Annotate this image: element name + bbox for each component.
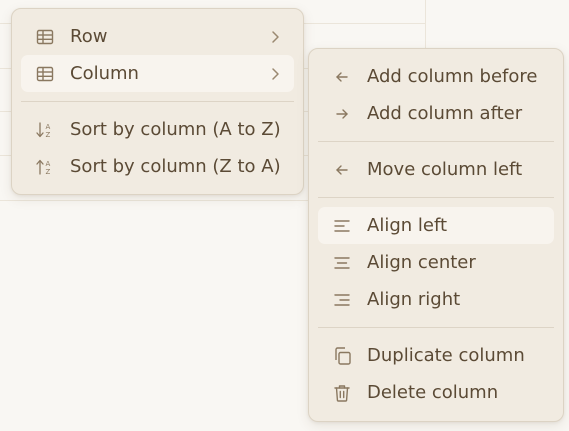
chevron-right-icon: [268, 30, 282, 44]
align-right-item[interactable]: Align right: [318, 281, 554, 318]
chevron-right-icon: [268, 67, 282, 81]
menu-item-label: Delete column: [367, 382, 499, 403]
column-submenu: Add column before Add column after Move …: [308, 48, 564, 422]
menu-item-label: Align right: [367, 289, 461, 310]
menu-item-label: Add column after: [367, 103, 523, 124]
table-icon: [35, 64, 55, 84]
menu-item-label: Add column before: [367, 66, 538, 87]
align-center-icon: [332, 253, 352, 273]
menu-item-label: Row: [70, 26, 108, 47]
menu-item-label: Align center: [367, 252, 476, 273]
align-center-item[interactable]: Align center: [318, 244, 554, 281]
menu-item-label: Column: [70, 63, 139, 84]
duplicate-column-item[interactable]: Duplicate column: [318, 337, 554, 374]
sort-descending-icon: A Z: [35, 157, 55, 177]
menu-item-column[interactable]: Column: [21, 55, 294, 92]
delete-column-item[interactable]: Delete column: [318, 374, 554, 411]
menu-item-sort-desc[interactable]: A Z Sort by column (Z to A): [21, 148, 294, 185]
move-column-left-item[interactable]: Move column left: [318, 151, 554, 188]
trash-icon: [332, 383, 352, 403]
table-context-menu: Row Column A Z Sort by column (A to Z) A…: [11, 8, 304, 195]
add-column-after-item[interactable]: Add column after: [318, 95, 554, 132]
menu-item-label: Sort by column (A to Z): [70, 119, 281, 140]
menu-separator: [318, 197, 554, 198]
menu-item-row[interactable]: Row: [21, 18, 294, 55]
svg-text:A: A: [46, 160, 51, 168]
menu-item-label: Align left: [367, 215, 448, 236]
menu-item-label: Move column left: [367, 159, 523, 180]
menu-item-sort-asc[interactable]: A Z Sort by column (A to Z): [21, 111, 294, 148]
menu-separator: [318, 327, 554, 328]
sort-ascending-icon: A Z: [35, 120, 55, 140]
arrow-right-icon: [332, 104, 352, 124]
arrow-left-icon: [332, 160, 352, 180]
align-right-icon: [332, 290, 352, 310]
svg-text:Z: Z: [46, 131, 51, 139]
menu-item-label: Duplicate column: [367, 345, 525, 366]
menu-separator: [318, 141, 554, 142]
add-column-before-item[interactable]: Add column before: [318, 58, 554, 95]
svg-text:A: A: [46, 123, 51, 131]
svg-text:Z: Z: [46, 168, 51, 176]
menu-separator: [21, 101, 294, 102]
menu-item-label: Sort by column (Z to A): [70, 156, 281, 177]
align-left-item[interactable]: Align left: [318, 207, 554, 244]
arrow-left-icon: [332, 67, 352, 87]
copy-icon: [332, 346, 352, 366]
table-icon: [35, 27, 55, 47]
align-left-icon: [332, 216, 352, 236]
